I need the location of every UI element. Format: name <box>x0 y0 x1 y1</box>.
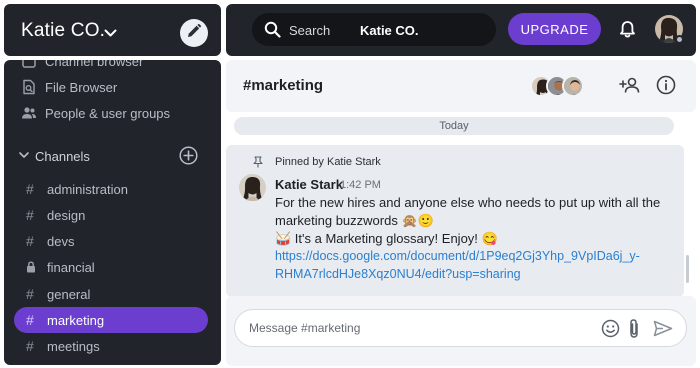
add-channel-icon[interactable] <box>179 146 198 165</box>
channel-label: marketing <box>47 313 105 328</box>
message-text-line: marketing buzzwords 🙊🙂 <box>275 213 434 228</box>
channel-title: #marketing <box>243 77 324 94</box>
sidebar-item-meetings[interactable]: # meetings <box>4 333 221 359</box>
sidebar-item-people[interactable]: People & user groups <box>4 100 221 126</box>
hash-icon: # <box>26 338 34 354</box>
bell-icon[interactable] <box>619 20 636 44</box>
message-author[interactable]: Katie Stark <box>275 177 343 192</box>
app-root: Katie CO. Search Katie CO. UPGRADE Chann… <box>0 0 700 368</box>
sidebar-item-general[interactable]: # general <box>4 281 221 307</box>
sidebar-item-financial[interactable]: financial <box>4 254 221 280</box>
sidebar-item-label: People & user groups <box>45 106 171 121</box>
sidebar-item-marketing[interactable]: # marketing <box>14 307 208 333</box>
presence-indicator <box>675 35 684 44</box>
channel-label: devs <box>47 234 75 249</box>
channel-browser-icon <box>21 60 37 69</box>
compose-message-button[interactable] <box>180 19 208 47</box>
sidebar-item-label: File Browser <box>45 80 118 95</box>
message-text-line: 🥁 It's a Marketing glossary! Enjoy! 😋 <box>275 231 498 246</box>
upgrade-button[interactable]: UPGRADE <box>508 13 601 45</box>
hash-icon: # <box>26 181 34 197</box>
search-label[interactable]: Search <box>289 23 330 38</box>
message-text-line: For the new hires and anyone else who ne… <box>275 195 661 210</box>
hash-icon: # <box>26 207 34 223</box>
people-icon <box>21 105 37 121</box>
file-search-icon <box>21 79 37 95</box>
sidebar-item-design[interactable]: # design <box>4 202 221 228</box>
channel-label: design <box>47 208 86 223</box>
sidebar-item-channel-browser[interactable]: Channel browser <box>4 60 221 74</box>
channels-header-label: Channels <box>35 149 90 164</box>
author-avatar[interactable] <box>239 174 266 201</box>
sidebar: Channel browser File Browser People & us… <box>4 60 221 365</box>
emoji-icon[interactable] <box>601 319 620 343</box>
date-divider: Today <box>234 117 674 135</box>
hash-icon: # <box>26 233 34 249</box>
message-composer[interactable] <box>234 309 687 347</box>
message-link[interactable]: RHMA7rlcdHJe8Xqz0NU4/edit?usp=sharing <box>275 267 521 281</box>
sidebar-item-devs[interactable]: # devs <box>4 228 221 254</box>
message-input[interactable] <box>249 321 549 335</box>
channel-label: general <box>47 287 91 302</box>
workspace-name[interactable]: Katie CO. <box>21 20 105 42</box>
search-bar[interactable]: Search Katie CO. <box>252 13 496 46</box>
member-avatar <box>562 75 584 97</box>
channel-header: #marketing <box>226 60 696 112</box>
sidebar-item-file-browser[interactable]: File Browser <box>4 74 221 100</box>
pencil-icon <box>186 23 202 44</box>
search-scope[interactable]: Katie CO. <box>360 23 419 38</box>
sidebar-item-label: Channel browser <box>45 60 144 69</box>
chevron-down-icon[interactable] <box>18 149 34 165</box>
pin-icon <box>252 155 264 173</box>
channel-label: meetings <box>47 339 100 354</box>
channels-section-header[interactable]: Channels <box>4 143 221 169</box>
pinned-by-label: Pinned by Katie Stark <box>275 156 381 168</box>
message-link[interactable]: https://docs.google.com/document/d/1P9eq… <box>275 249 640 263</box>
send-icon[interactable] <box>653 320 673 342</box>
search-icon <box>264 21 281 41</box>
message-time: 1:42 PM <box>340 179 381 191</box>
chevron-down-icon[interactable] <box>104 25 117 43</box>
top-bar: Search Katie CO. UPGRADE <box>226 4 696 56</box>
scrollbar-thumb[interactable] <box>686 255 689 283</box>
hash-icon: # <box>26 286 34 302</box>
info-icon[interactable] <box>656 75 676 100</box>
pinned-message[interactable]: Pinned by Katie Stark Katie Stark 1:42 P… <box>226 145 684 297</box>
lock-icon <box>26 260 36 276</box>
composer-area <box>226 296 696 366</box>
message-list: Today Pinned by Katie Stark Katie Stark … <box>226 113 696 298</box>
channel-label: administration <box>47 182 128 197</box>
workspace-header[interactable]: Katie CO. <box>4 4 221 56</box>
channel-label: financial <box>47 260 95 275</box>
add-member-icon[interactable] <box>619 76 641 99</box>
sidebar-item-administration[interactable]: # administration <box>4 176 221 202</box>
paperclip-icon[interactable] <box>628 318 640 344</box>
hash-icon: # <box>26 312 34 328</box>
